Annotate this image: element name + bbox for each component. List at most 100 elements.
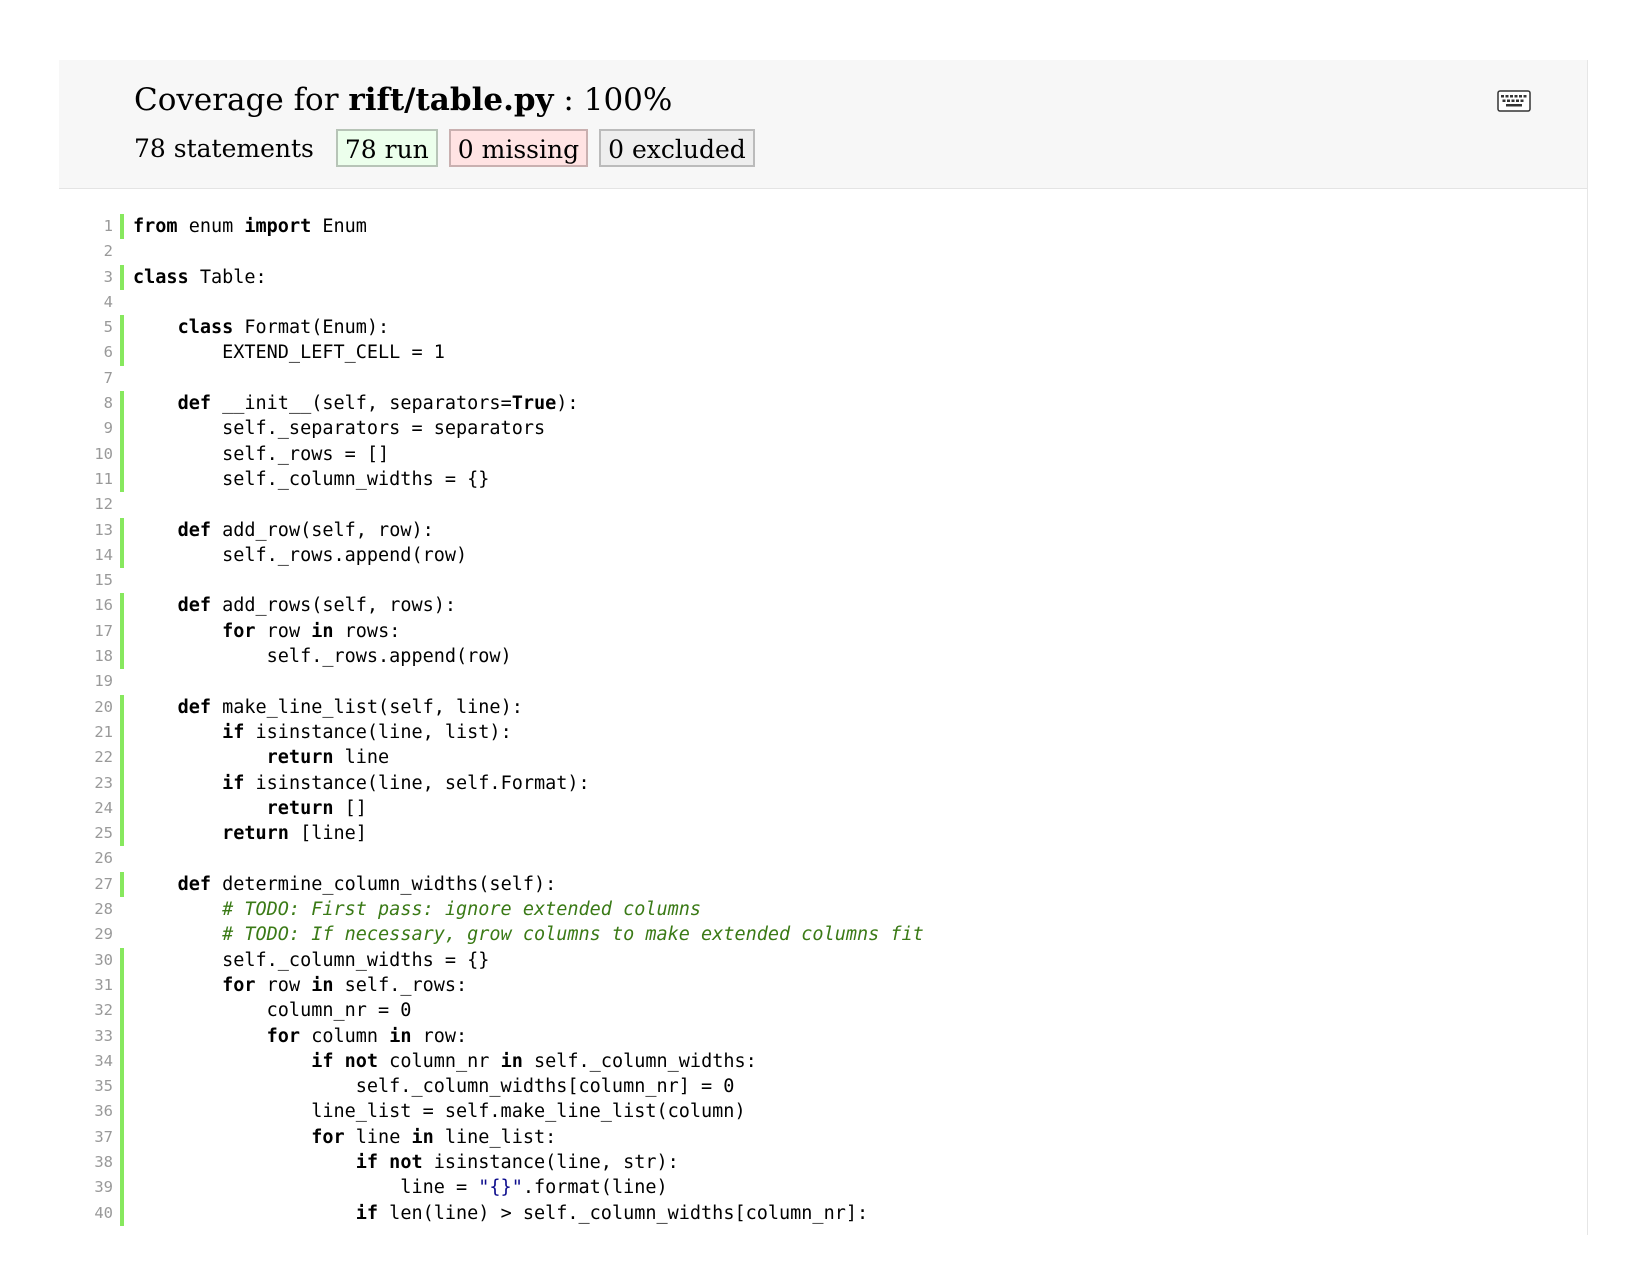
line-code: self._rows.append(row) — [133, 644, 512, 669]
keyword: in — [411, 1126, 434, 1148]
code-text: isinstance(line, self.Format): — [244, 772, 590, 794]
coverage-report: Coverage for rift/table.py : 100% 78 sta… — [59, 60, 1588, 1235]
line-marker — [120, 492, 124, 517]
line-number[interactable]: 35 — [59, 1074, 113, 1099]
line-number[interactable]: 28 — [59, 897, 113, 922]
run-marker — [120, 517, 124, 543]
code-text: [line] — [288, 823, 367, 845]
run-toggle-button[interactable]: 78 run — [335, 129, 438, 167]
line-number[interactable]: 2 — [59, 239, 113, 264]
line-code: if not isinstance(line, str): — [133, 1150, 679, 1175]
line-number[interactable]: 13 — [59, 518, 113, 543]
keyword: in — [500, 1050, 523, 1072]
run-marker — [120, 795, 124, 822]
keyword: def — [177, 873, 211, 895]
line-number[interactable]: 7 — [59, 366, 113, 391]
line-number[interactable]: 27 — [59, 872, 113, 897]
source-line: 20 def make_line_list(self, line): — [59, 694, 1587, 720]
keyword: for — [311, 1126, 345, 1148]
code-text: isinstance(line, list): — [244, 721, 512, 743]
line-code: if isinstance(line, list): — [133, 720, 512, 745]
source-line: 15 — [59, 568, 1587, 593]
missing-toggle-button[interactable]: 0 missing — [448, 129, 589, 167]
source-line: 37 for line in line_list: — [59, 1124, 1587, 1150]
line-number[interactable]: 11 — [59, 467, 113, 492]
keyword: def — [177, 595, 211, 617]
line-number[interactable]: 26 — [59, 846, 113, 871]
line-number[interactable]: 3 — [59, 265, 113, 290]
line-number[interactable]: 8 — [59, 391, 113, 416]
line-number[interactable]: 17 — [59, 619, 113, 644]
line-number[interactable]: 14 — [59, 543, 113, 568]
line-number[interactable]: 40 — [59, 1201, 113, 1226]
line-number[interactable]: 10 — [59, 442, 113, 467]
line-number[interactable]: 12 — [59, 492, 113, 517]
keyword: return — [222, 823, 289, 845]
line-number[interactable]: 9 — [59, 416, 113, 441]
code-text: row — [255, 974, 312, 996]
line-number[interactable]: 6 — [59, 340, 113, 365]
coverage-percent: : 100% — [553, 82, 673, 118]
code-text: enum — [177, 216, 245, 237]
line-number[interactable]: 5 — [59, 315, 113, 340]
line-number[interactable]: 30 — [59, 948, 113, 973]
line-number[interactable]: 16 — [59, 593, 113, 618]
source-line: 38 if not isinstance(line, str): — [59, 1149, 1587, 1176]
line-code: if isinstance(line, self.Format): — [133, 771, 590, 796]
line-number[interactable]: 38 — [59, 1150, 113, 1175]
run-marker — [120, 1175, 124, 1201]
line-code: def __init__(self, separators=True): — [133, 391, 579, 416]
line-marker — [120, 897, 124, 922]
line-number[interactable]: 25 — [59, 821, 113, 846]
line-number[interactable]: 36 — [59, 1099, 113, 1124]
line-number[interactable]: 18 — [59, 644, 113, 669]
line-code: return [line] — [133, 821, 367, 846]
line-number[interactable]: 34 — [59, 1049, 113, 1074]
keyword: def — [177, 696, 211, 718]
run-marker — [120, 1048, 124, 1075]
line-code: class Table: — [133, 265, 267, 290]
keyword: if — [222, 721, 245, 743]
source-line: 5 class Format(Enum): — [59, 315, 1587, 341]
comment: # TODO: First pass: ignore extended colu… — [222, 899, 702, 921]
keyword: for — [266, 1025, 301, 1047]
excluded-toggle-button[interactable]: 0 excluded — [599, 129, 755, 167]
line-number[interactable]: 21 — [59, 720, 113, 745]
line-number[interactable]: 19 — [59, 669, 113, 694]
source-code: 1 from enum import Enum 2 3 class Table: 4 5 c… — [59, 214, 1587, 1226]
keyword: True — [511, 393, 557, 415]
source-line: 9 self._separators = separators — [59, 416, 1587, 442]
code-text: line — [344, 1126, 412, 1148]
line-number[interactable]: 20 — [59, 695, 113, 720]
run-marker — [120, 618, 124, 645]
statements-count: 78 statements — [134, 133, 314, 163]
line-number[interactable]: 24 — [59, 796, 113, 821]
line-number[interactable]: 39 — [59, 1175, 113, 1200]
line-number[interactable]: 1 — [59, 214, 113, 239]
line-code: EXTEND_LEFT_CELL = 1 — [133, 340, 445, 365]
code-text: self._separators = separators — [133, 418, 546, 440]
keyboard-icon[interactable] — [1497, 90, 1531, 112]
run-marker — [120, 315, 124, 341]
line-number[interactable]: 33 — [59, 1024, 113, 1049]
line-code: # TODO: First pass: ignore extended colu… — [133, 897, 701, 922]
line-code: self._rows = [] — [133, 442, 389, 467]
line-number[interactable]: 32 — [59, 998, 113, 1023]
line-code: line = "{}".format(line) — [133, 1175, 667, 1200]
coverage-stats: 78 statements 78 run 0 missing 0 exclude… — [134, 128, 766, 168]
keyword: return — [266, 797, 334, 819]
line-number[interactable]: 23 — [59, 771, 113, 796]
code-text: self._rows = [] — [133, 443, 390, 465]
line-number[interactable]: 29 — [59, 922, 113, 947]
line-number[interactable]: 31 — [59, 973, 113, 998]
line-number[interactable]: 22 — [59, 745, 113, 770]
line-number[interactable]: 15 — [59, 568, 113, 593]
run-marker — [120, 1200, 124, 1226]
line-number[interactable]: 4 — [59, 290, 113, 315]
line-number[interactable]: 37 — [59, 1125, 113, 1150]
